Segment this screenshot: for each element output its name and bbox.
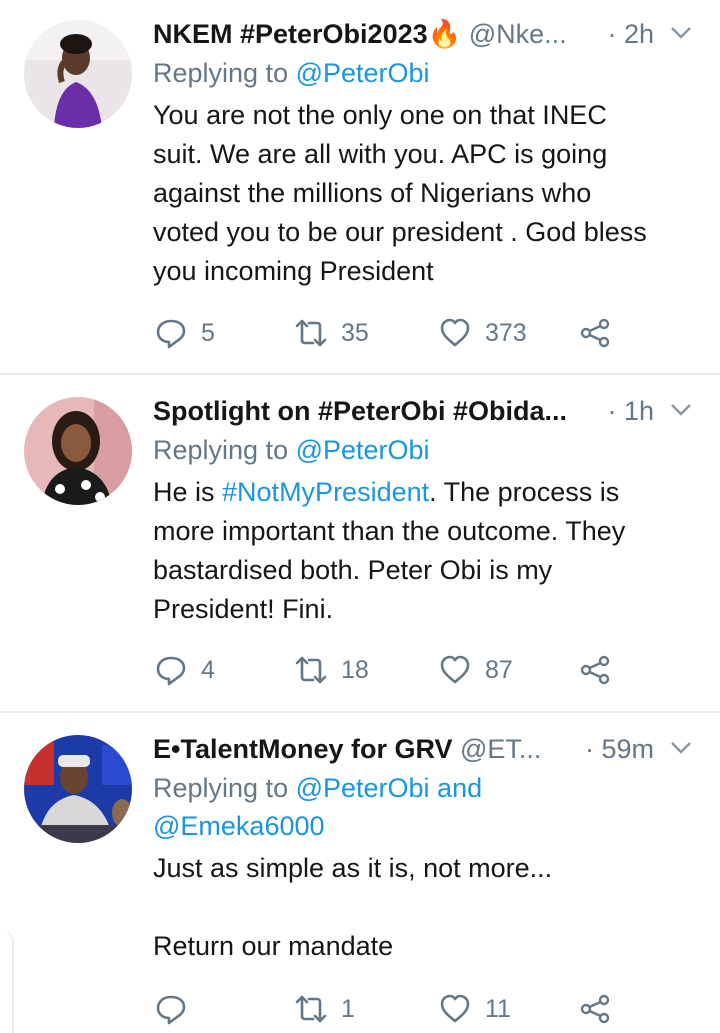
share-icon bbox=[580, 655, 610, 685]
reply-button[interactable]: 4 bbox=[155, 650, 215, 690]
text-line: You are not the only one on that INEC bbox=[153, 100, 607, 130]
reply-button[interactable]: 5 bbox=[155, 313, 215, 353]
display-name[interactable]: NKEM #PeterObi2023🔥 bbox=[153, 19, 461, 49]
tweet-actions: 5 35 373 bbox=[153, 313, 693, 353]
reply-icon bbox=[156, 319, 186, 349]
share-icon bbox=[580, 318, 610, 348]
tweet-text: Just as simple as it is, not more... Ret… bbox=[153, 849, 696, 966]
tweet-actions: 1 11 bbox=[153, 989, 693, 1029]
divider bbox=[0, 711, 720, 713]
avatar[interactable] bbox=[24, 397, 132, 505]
avatar-image bbox=[24, 20, 132, 128]
edge-panel-handle[interactable] bbox=[0, 930, 14, 1033]
replying-to: Replying to @PeterObi and @Emeka6000 bbox=[153, 769, 696, 845]
chevron-down-icon[interactable] bbox=[670, 741, 692, 755]
divider bbox=[0, 373, 720, 375]
like-icon bbox=[440, 318, 470, 347]
like-count: 11 bbox=[485, 994, 511, 1023]
avatar[interactable] bbox=[24, 735, 132, 843]
text-segment: He is bbox=[153, 477, 223, 507]
share-icon bbox=[580, 994, 610, 1024]
tweet-header: NKEM #PeterObi2023🔥 @Nke... · 2h bbox=[153, 14, 696, 54]
like-icon bbox=[440, 655, 470, 684]
share-button[interactable] bbox=[579, 650, 611, 690]
display-name[interactable]: E•TalentMoney for GRV bbox=[153, 734, 453, 764]
like-count: 87 bbox=[485, 655, 513, 684]
text-line: He is #NotMyPresident. The process is bbox=[153, 473, 696, 512]
replying-to: Replying to @PeterObi bbox=[153, 431, 696, 469]
tweet-text: He is #NotMyPresident. The process is mo… bbox=[153, 473, 696, 629]
like-button[interactable]: 11 bbox=[439, 989, 511, 1029]
like-button[interactable]: 373 bbox=[439, 313, 527, 353]
tweet-text: You are not the only one on that INEC su… bbox=[153, 96, 696, 291]
retweet-count: 18 bbox=[341, 655, 369, 684]
chevron-down-icon[interactable] bbox=[670, 403, 692, 417]
display-name[interactable]: Spotlight on #PeterObi #Obida... bbox=[153, 396, 567, 426]
mention-link[interactable]: @PeterObi and bbox=[296, 773, 483, 803]
reply-count: 4 bbox=[201, 655, 215, 684]
retweet-button[interactable]: 35 bbox=[295, 313, 369, 353]
text-line: bastardised both. Peter Obi is my bbox=[153, 555, 553, 585]
hashtag-link[interactable]: #NotMyPresident bbox=[222, 477, 429, 507]
replying-to-label: Replying to bbox=[153, 58, 296, 88]
mention-link[interactable]: @PeterObi bbox=[296, 58, 430, 88]
retweet-icon bbox=[295, 656, 327, 684]
reply-button[interactable] bbox=[155, 989, 201, 1029]
retweet-button[interactable]: 1 bbox=[295, 989, 355, 1029]
text-line: against the millions of Nigerians who bbox=[153, 178, 592, 208]
reply-count: 5 bbox=[201, 318, 215, 347]
reply-icon bbox=[156, 656, 186, 686]
like-icon bbox=[440, 994, 470, 1023]
text-segment: . The process is bbox=[429, 477, 620, 507]
share-button[interactable] bbox=[579, 313, 611, 353]
text-line: suit. We are all with you. APC is going bbox=[153, 139, 608, 169]
text-line: more important than the outcome. They bbox=[153, 516, 626, 546]
retweet-icon bbox=[295, 319, 327, 347]
text-line: President! Fini. bbox=[153, 594, 334, 624]
replying-to-label: Replying to bbox=[153, 773, 296, 803]
retweet-count: 35 bbox=[341, 318, 369, 347]
reply-icon bbox=[156, 995, 186, 1025]
text-line: Return our mandate bbox=[153, 931, 394, 961]
avatar-image bbox=[24, 735, 132, 843]
retweet-button[interactable]: 18 bbox=[295, 650, 369, 690]
retweet-icon bbox=[295, 995, 327, 1023]
text-line: voted you to be our president . God bles… bbox=[153, 217, 647, 247]
chevron-down-icon[interactable] bbox=[670, 26, 692, 40]
share-button[interactable] bbox=[579, 989, 611, 1029]
text-line: you incoming President bbox=[153, 256, 434, 286]
avatar-image bbox=[24, 397, 132, 505]
timestamp[interactable]: · 1h bbox=[607, 391, 654, 431]
timestamp[interactable]: · 2h bbox=[607, 14, 654, 54]
like-count: 373 bbox=[485, 318, 527, 347]
mention-link[interactable]: @Emeka6000 bbox=[153, 807, 696, 845]
tweet-actions: 4 18 87 bbox=[153, 650, 693, 690]
user-handle[interactable]: @ET... bbox=[460, 734, 541, 764]
text-line: Just as simple as it is, not more... bbox=[153, 853, 553, 883]
tweet-header: E•TalentMoney for GRV @ET... · 59m bbox=[153, 729, 696, 769]
text-line bbox=[153, 888, 696, 927]
avatar[interactable] bbox=[24, 20, 132, 128]
like-button[interactable]: 87 bbox=[439, 650, 513, 690]
mention-link[interactable]: @PeterObi bbox=[296, 435, 430, 465]
timestamp[interactable]: · 59m bbox=[585, 729, 654, 769]
tweet-header: Spotlight on #PeterObi #Obida... · 1h bbox=[153, 391, 696, 431]
replying-to-label: Replying to bbox=[153, 435, 296, 465]
replying-to: Replying to @PeterObi bbox=[153, 54, 696, 92]
retweet-count: 1 bbox=[341, 994, 355, 1023]
user-handle[interactable]: @Nke... bbox=[469, 19, 567, 49]
